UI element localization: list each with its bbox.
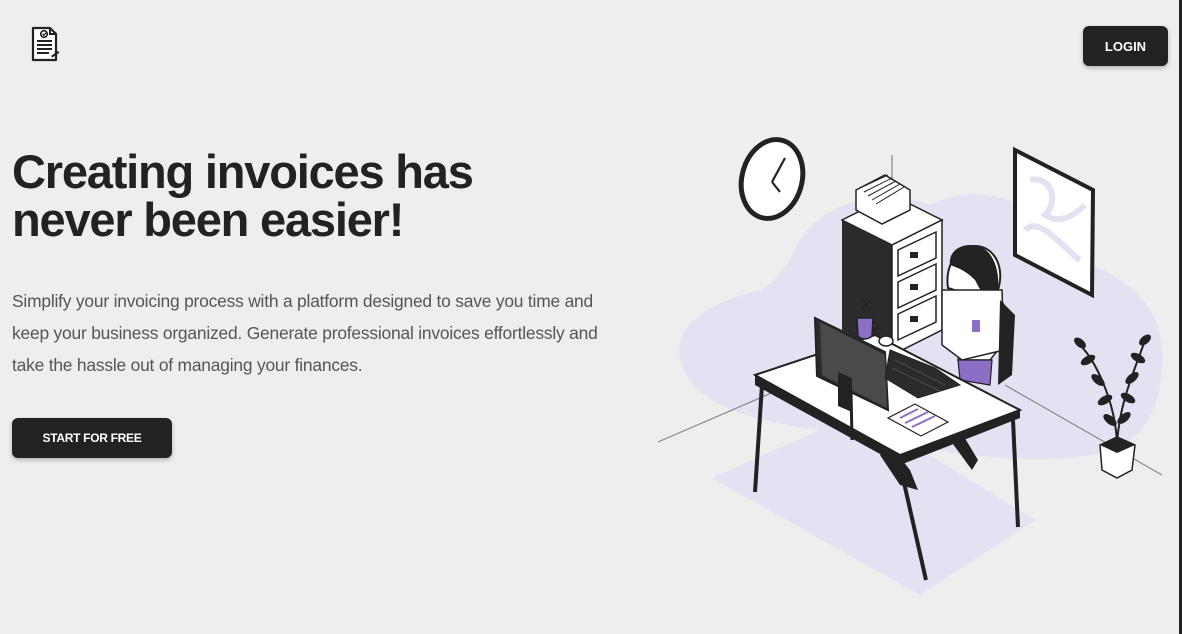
mouse (878, 335, 894, 347)
hero-title-line-1: Creating invoices has (12, 145, 474, 198)
hero-description-line-2: keep your business organized. Generate p… (12, 323, 598, 343)
woman-working-at-desk-illustration (657, 137, 1163, 595)
hero-title: Creating invoices has never been easier! (12, 148, 572, 244)
login-button[interactable]: LOGIN (1083, 26, 1168, 66)
start-for-free-button[interactable]: START FOR FREE (12, 418, 172, 458)
hero-title-line-2: never been easier! (12, 193, 404, 246)
wall-clock-icon (738, 137, 806, 221)
hero-description-line-3: take the hassle out of managing your fin… (12, 355, 363, 375)
invoice-document-icon[interactable] (29, 25, 61, 63)
hero-description: Simplify your invoicing process with a p… (12, 285, 612, 381)
hero-description-line-1: Simplify your invoicing process with a p… (12, 291, 594, 311)
